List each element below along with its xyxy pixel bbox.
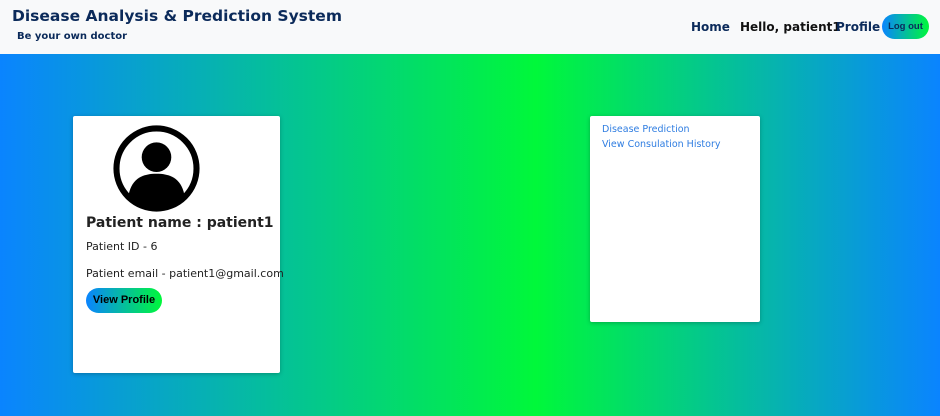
view-profile-button[interactable]: View Profile [86,288,162,313]
brand-tagline: Be your own doctor [17,31,128,42]
disease-prediction-link[interactable]: Disease Prediction [602,124,690,135]
patient-email: Patient email - patient1@gmail.com [86,267,284,280]
nav-profile-link[interactable]: Profile [836,20,880,34]
patient-name: Patient name : patient1 [86,215,274,231]
navbar: Disease Analysis & Prediction System Be … [0,0,940,54]
logout-button[interactable]: Log out [882,14,929,39]
brand-title[interactable]: Disease Analysis & Prediction System [12,7,342,25]
nav-greeting[interactable]: Hello, patient1 [740,20,841,34]
profile-card: Patient name : patient1 Patient ID - 6 P… [73,116,284,373]
consultation-history-link[interactable]: View Consulation History [602,139,720,150]
patient-id: Patient ID - 6 [86,240,158,253]
side-menu-card: Disease Prediction View Consulation Hist… [590,116,760,322]
nav-home-link[interactable]: Home [691,20,730,34]
main-content: Patient name : patient1 Patient ID - 6 P… [0,54,940,416]
user-avatar-icon [113,125,200,212]
